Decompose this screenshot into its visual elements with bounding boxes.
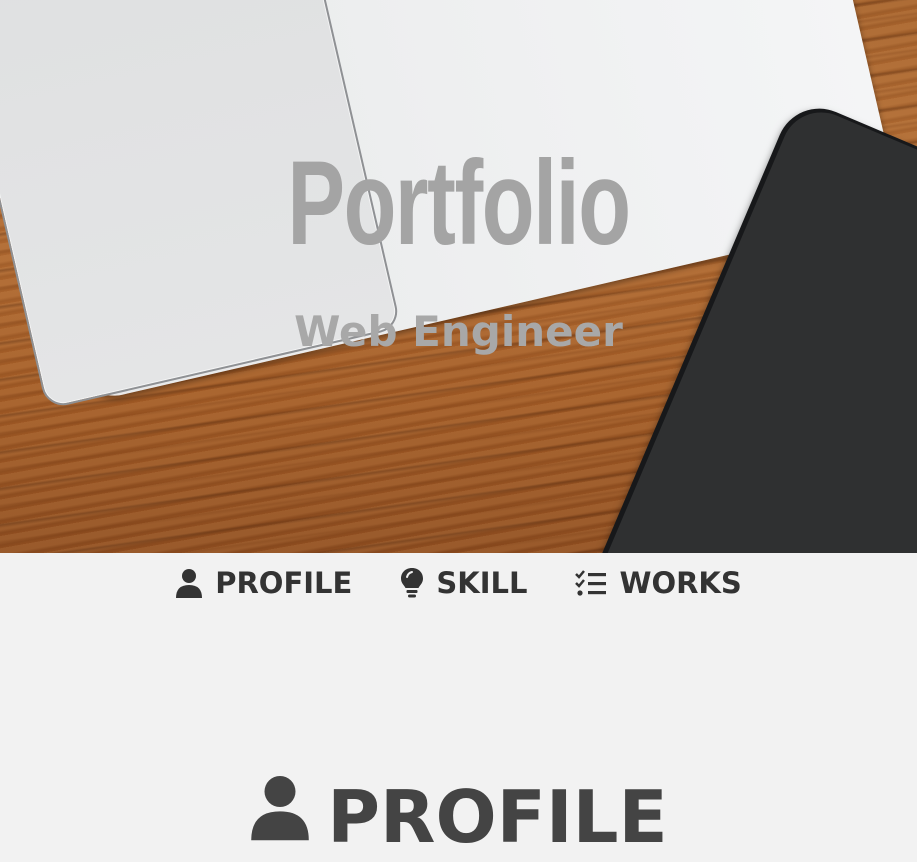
main-nav: PROFILE SKILL WORKS	[0, 553, 917, 613]
nav-item-label: SKILL	[436, 566, 528, 600]
profile-section-heading: PROFILE	[0, 772, 917, 862]
nav-item-label: PROFILE	[215, 566, 353, 600]
nav-item-profile[interactable]: PROFILE	[175, 565, 352, 601]
nav-item-works[interactable]: WORKS	[575, 565, 742, 601]
tasks-list-icon	[575, 569, 607, 597]
nav-item-label: WORKS	[619, 566, 742, 600]
lightbulb-icon	[400, 567, 424, 599]
user-icon	[249, 772, 311, 862]
hero-title: Portfolio	[287, 136, 631, 270]
section-title: PROFILE	[327, 775, 668, 859]
user-icon	[175, 568, 203, 598]
nav-item-skill[interactable]: SKILL	[400, 565, 527, 601]
hero-subtitle: Web Engineer	[294, 307, 623, 356]
hero-banner: Portfolio Web Engineer	[0, 0, 917, 553]
